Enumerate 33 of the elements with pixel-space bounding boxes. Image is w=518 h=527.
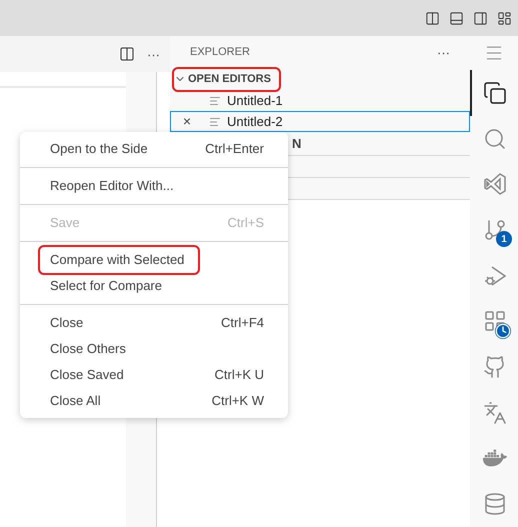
section-header[interactable]: OPEN EDITORS: [174, 68, 279, 90]
search-icon[interactable]: [483, 126, 507, 151]
count-badge: 1: [496, 231, 512, 248]
database-icon[interactable]: [483, 492, 507, 516]
extensions-icon[interactable]: [483, 309, 507, 334]
more-actions-button[interactable]: ···: [437, 46, 450, 58]
files-icon[interactable]: [483, 81, 507, 106]
layout-columns-icon[interactable]: [425, 10, 440, 26]
infinity-logo-icon[interactable]: [483, 172, 507, 196]
panel-right-icon[interactable]: [473, 10, 488, 26]
menu-item[interactable]: Select for Compare: [40, 273, 276, 299]
text-file-icon: [209, 116, 221, 128]
panel-bottom-icon[interactable]: [449, 10, 464, 26]
more-actions-button[interactable]: ···: [147, 48, 160, 60]
run-debug-icon[interactable]: [483, 264, 507, 288]
split-editor-icon[interactable]: [119, 46, 135, 62]
file-name: Untitled-2: [227, 112, 283, 131]
menu-item[interactable]: Close Ctrl+F4: [40, 310, 276, 336]
layout-grid-icon[interactable]: [497, 10, 512, 26]
file-name: Untitled-1: [227, 92, 283, 110]
clock-icon: [495, 322, 511, 339]
menu-item[interactable]: Close Others: [40, 336, 276, 362]
menu-item[interactable]: Compare with Selected: [40, 247, 198, 273]
open-editor-item[interactable]: Untitled-1: [170, 90, 470, 111]
text-file-icon: [209, 94, 221, 106]
menu-item[interactable]: Close All Ctrl+K W: [40, 388, 276, 414]
translate-icon[interactable]: [483, 400, 507, 425]
close-icon[interactable]: ×: [182, 111, 191, 132]
menu-item[interactable]: Close Saved Ctrl+K U: [40, 362, 276, 388]
panel-title: EXPLORER: [190, 44, 250, 60]
source-control-icon[interactable]: [483, 218, 507, 242]
menu-item[interactable]: Reopen Editor With...: [40, 173, 276, 199]
open-editor-item[interactable]: × Untitled-2: [170, 111, 470, 132]
